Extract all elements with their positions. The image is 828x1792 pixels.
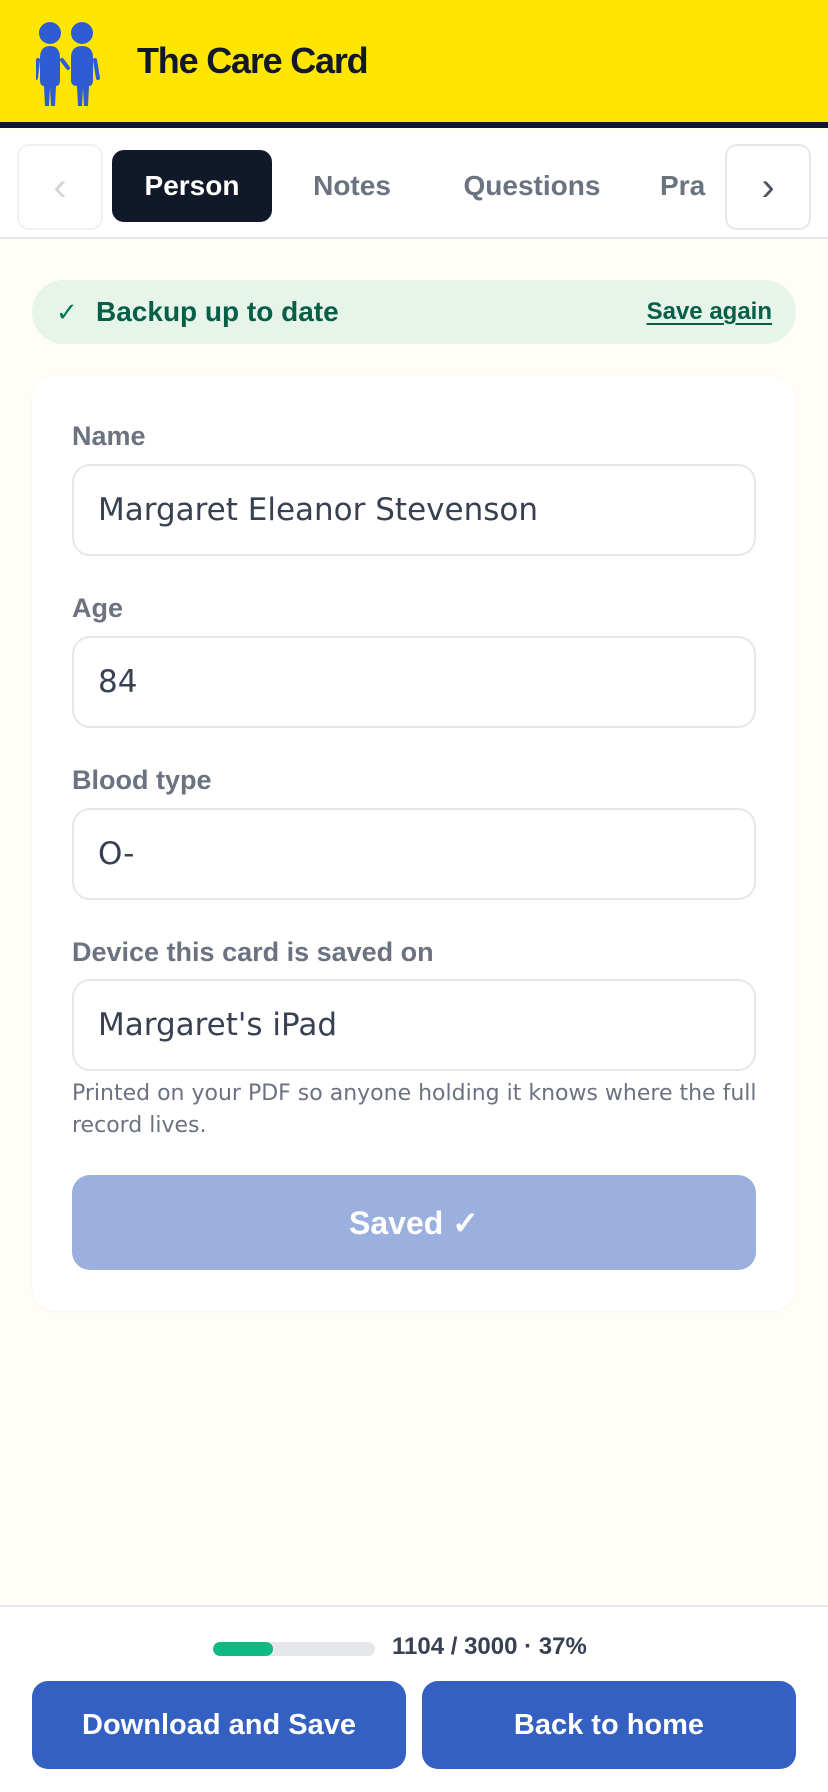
tab-bar: ‹ Person Notes Questions Pra › bbox=[0, 134, 828, 239]
back-to-home-button[interactable]: Back to home bbox=[422, 1681, 796, 1769]
backup-status-banner: ✓ Backup up to date Save again bbox=[32, 280, 796, 344]
chevron-right-icon: › bbox=[761, 165, 775, 209]
name-field[interactable] bbox=[72, 464, 756, 556]
device-helper-text: Printed on your PDF so anyone holding it… bbox=[72, 1081, 757, 1138]
backup-status-text: Backup up to date bbox=[96, 296, 339, 327]
app-header: The Care Card bbox=[0, 0, 828, 128]
blood-type-field[interactable] bbox=[72, 808, 756, 900]
chevron-left-icon: ‹ bbox=[53, 165, 67, 209]
download-and-save-button[interactable]: Download and Save bbox=[32, 1681, 406, 1769]
saved-button[interactable]: Saved ✓ bbox=[72, 1175, 756, 1270]
tabs-prev-button[interactable]: ‹ bbox=[17, 144, 103, 230]
progress-text: 1104 / 3000 · 37% bbox=[392, 1633, 587, 1660]
save-again-link[interactable]: Save again bbox=[647, 298, 772, 326]
app-title: The Care Card bbox=[137, 40, 369, 81]
progress-bar bbox=[213, 1642, 375, 1656]
tab-notes[interactable]: Notes bbox=[296, 150, 408, 222]
person-form-card: Name Age Blood type Device this card is … bbox=[32, 376, 796, 1311]
tabs-next-button[interactable]: › bbox=[725, 144, 811, 230]
device-field[interactable] bbox=[72, 979, 756, 1071]
footer-bar: 1104 / 3000 · 37% Download and Save Back… bbox=[0, 1605, 828, 1792]
tab-questions[interactable]: Questions bbox=[452, 150, 612, 222]
age-field[interactable] bbox=[72, 636, 756, 728]
blood-type-label: Blood type bbox=[72, 765, 212, 795]
device-label: Device this card is saved on bbox=[72, 937, 434, 967]
progress-fill bbox=[213, 1642, 273, 1656]
tab-person[interactable]: Person bbox=[112, 150, 272, 222]
two-people-icon bbox=[36, 22, 100, 106]
name-label: Name bbox=[72, 421, 146, 451]
check-icon: ✓ bbox=[56, 296, 78, 327]
age-label: Age bbox=[72, 593, 124, 623]
